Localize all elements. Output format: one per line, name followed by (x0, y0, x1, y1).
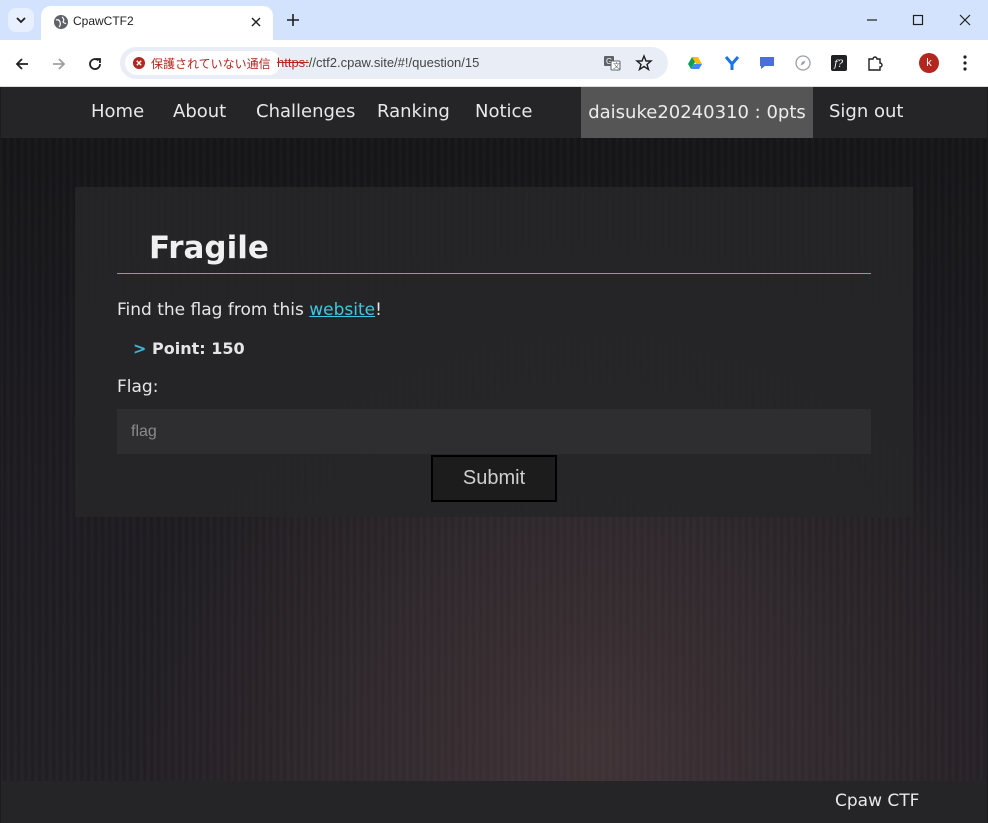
minimize-button[interactable] (860, 8, 884, 32)
question-points: > Point: 150 (133, 339, 245, 358)
nav-ranking[interactable]: Ranking (377, 101, 450, 122)
nav-home[interactable]: Home (91, 101, 144, 122)
browser-menu-button[interactable] (954, 52, 976, 74)
back-button[interactable] (10, 52, 34, 76)
reload-button[interactable] (83, 52, 107, 76)
browser-toolbar: 保護されていない通信 https://ctf2.cpaw.site/#!/que… (0, 40, 988, 87)
url-text[interactable]: https://ctf2.cpaw.site/#!/question/15 (277, 55, 479, 70)
website-link[interactable]: website (309, 300, 375, 320)
question-description: Find the flag from this website! (117, 300, 382, 320)
flag-input[interactable] (117, 409, 871, 454)
url-scheme: https: (277, 55, 309, 70)
extensions-menu-button[interactable] (864, 52, 886, 74)
site-footer: Cpaw CTF (1, 781, 987, 823)
globe-icon (54, 15, 68, 29)
browser-tab[interactable]: CpawCTF2 (41, 6, 273, 40)
kebab-menu-icon (963, 55, 967, 71)
tab-search-button[interactable] (8, 8, 34, 32)
plus-icon (287, 14, 299, 26)
browser-tab-bar: CpawCTF2 (0, 0, 988, 40)
warning-icon (133, 57, 145, 69)
nav-sign-out[interactable]: Sign out (829, 101, 903, 122)
flag-label: Flag: (117, 377, 159, 397)
url-path: //ctf2.cpaw.site/#!/question/15 (308, 55, 480, 70)
address-bar[interactable]: 保護されていない通信 https://ctf2.cpaw.site/#!/que… (120, 47, 668, 79)
close-icon (251, 17, 261, 27)
new-tab-button[interactable] (282, 9, 304, 31)
user-status-label: daisuke20240310 : 0pts (588, 102, 806, 123)
drive-icon (688, 57, 702, 69)
window-close-button[interactable] (953, 8, 977, 32)
tab-close-button[interactable] (247, 13, 265, 31)
user-status[interactable]: daisuke20240310 : 0pts (581, 87, 813, 138)
close-icon (959, 14, 971, 26)
page-content: Home About Challenges Ranking Notice dai… (1, 87, 987, 823)
description-text: Find the flag from this (117, 300, 310, 320)
arrow-right-icon (53, 58, 66, 70)
chat-icon (760, 57, 774, 69)
translate-icon: G文 (604, 56, 621, 71)
puzzle-icon (868, 56, 883, 71)
translate-button[interactable]: G文 (600, 51, 624, 75)
extension-chat[interactable] (756, 52, 778, 74)
arrow-left-icon (15, 58, 28, 70)
question-title: Fragile (149, 230, 269, 266)
formula-icon: f? (831, 55, 847, 71)
minimize-icon (867, 19, 877, 21)
security-label: 保護されていない通信 (151, 56, 271, 71)
extension-y[interactable] (721, 52, 743, 74)
bookmark-button[interactable] (632, 51, 656, 75)
maximize-icon (912, 14, 924, 26)
question-panel: Fragile Find the flag from this website!… (75, 187, 913, 517)
extension-compass[interactable] (792, 52, 814, 74)
tab-title: CpawCTF2 (73, 14, 134, 28)
title-divider (117, 273, 871, 274)
site-navbar: Home About Challenges Ranking Notice dai… (1, 87, 987, 138)
point-label: Point: 150 (151, 339, 245, 358)
profile-avatar[interactable]: k (919, 53, 939, 73)
submit-button[interactable]: Submit (431, 455, 557, 502)
star-icon (635, 54, 653, 72)
reload-icon (89, 58, 101, 70)
nav-notice[interactable]: Notice (475, 101, 533, 122)
nav-about[interactable]: About (173, 101, 226, 122)
extension-drive[interactable] (684, 52, 706, 74)
svg-text:文: 文 (613, 61, 620, 70)
security-chip[interactable]: 保護されていない通信 (125, 51, 281, 75)
chevron-down-icon (16, 17, 26, 24)
y-extension-icon (724, 56, 740, 70)
svg-text:f?: f? (833, 59, 844, 70)
forward-button[interactable] (47, 52, 71, 76)
point-arrow: > (133, 339, 147, 358)
compass-icon (795, 55, 811, 71)
nav-challenges[interactable]: Challenges (256, 101, 355, 122)
maximize-button[interactable] (906, 8, 930, 32)
footer-brand: Cpaw CTF (835, 791, 920, 811)
extension-formula[interactable]: f? (828, 52, 850, 74)
description-end: ! (375, 300, 382, 320)
